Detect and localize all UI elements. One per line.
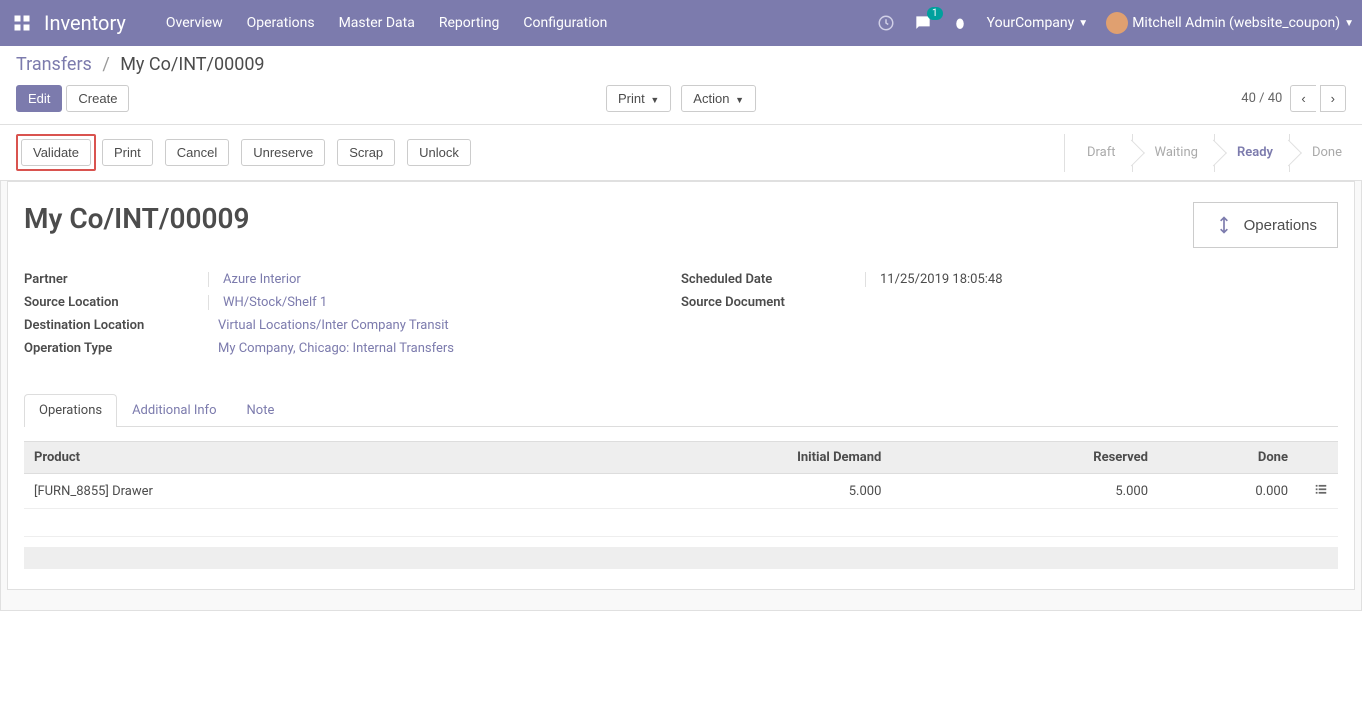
nav-overview[interactable]: Overview [166, 15, 223, 31]
tab-additional-info[interactable]: Additional Info [117, 394, 231, 426]
edit-button[interactable]: Edit [16, 85, 62, 112]
dest-loc-value[interactable]: Virtual Locations/Inter Company Transit [204, 318, 449, 333]
validate-highlight: Validate [16, 134, 96, 171]
th-product[interactable]: Product [24, 442, 519, 474]
user-menu[interactable]: Mitchell Admin (website_coupon) ▼ [1106, 12, 1354, 34]
op-type-label: Operation Type [24, 341, 204, 356]
status-stages: Draft Waiting Ready Done [1064, 134, 1362, 172]
sched-label: Scheduled Date [681, 272, 861, 287]
unreserve-button[interactable]: Unreserve [241, 139, 325, 166]
app-name[interactable]: Inventory [44, 11, 126, 35]
center-buttons: Print ▼ Action ▼ [606, 85, 756, 112]
controls-bar: Transfers / My Co/INT/00009 Edit Create … [0, 46, 1362, 124]
unlock-button[interactable]: Unlock [407, 139, 471, 166]
cancel-button[interactable]: Cancel [165, 139, 229, 166]
cell-reserved: 5.000 [891, 474, 1158, 509]
field-source-document: Source Document [681, 295, 1338, 310]
nav-master-data[interactable]: Master Data [339, 15, 415, 31]
transfer-arrows-icon [1214, 215, 1234, 235]
record-title: My Co/INT/00009 [24, 202, 249, 235]
user-name: Mitchell Admin (website_coupon) [1132, 15, 1340, 31]
th-actions [1298, 442, 1338, 474]
th-done[interactable]: Done [1158, 442, 1298, 474]
stage-draft[interactable]: Draft [1064, 134, 1132, 172]
print-dropdown[interactable]: Print ▼ [606, 85, 671, 112]
field-destination-location: Destination Location Virtual Locations/I… [24, 318, 681, 333]
company-switcher[interactable]: YourCompany ▼ [987, 15, 1089, 31]
table-row[interactable]: [FURN_8855] Drawer 5.000 5.000 0.000 [24, 474, 1338, 509]
tabs: Operations Additional Info Note [24, 394, 1338, 427]
th-reserved[interactable]: Reserved [891, 442, 1158, 474]
scrap-button[interactable]: Scrap [337, 139, 395, 166]
company-name: YourCompany [987, 15, 1075, 31]
controls-row: Edit Create Print ▼ Action ▼ 40 / 40 ‹ › [16, 85, 1346, 112]
status-buttons: Print Cancel Unreserve Scrap Unlock [102, 139, 471, 166]
fields-col-left: Partner Azure Interior Source Location W… [24, 272, 681, 364]
breadcrumb: Transfers / My Co/INT/00009 [16, 54, 1346, 75]
nav-menu: Overview Operations Master Data Reportin… [166, 15, 608, 31]
field-source-location: Source Location WH/Stock/Shelf 1 [24, 295, 681, 310]
cell-product: [FURN_8855] Drawer [24, 474, 519, 509]
validate-button[interactable]: Validate [21, 139, 91, 166]
field-scheduled-date: Scheduled Date 11/25/2019 18:05:48 [681, 272, 1338, 287]
tab-note[interactable]: Note [232, 394, 290, 426]
operations-table: Product Initial Demand Reserved Done [FU… [24, 441, 1338, 537]
top-nav: Inventory Overview Operations Master Dat… [0, 0, 1362, 46]
op-type-value[interactable]: My Company, Chicago: Internal Transfers [204, 341, 454, 356]
source-loc-value[interactable]: WH/Stock/Shelf 1 [208, 295, 327, 310]
cell-initial: 5.000 [519, 474, 891, 509]
field-operation-type: Operation Type My Company, Chicago: Inte… [24, 341, 681, 356]
action-dropdown[interactable]: Action ▼ [681, 85, 756, 112]
table-spacer [24, 509, 1338, 537]
nav-operations[interactable]: Operations [247, 15, 315, 31]
caret-down-icon: ▼ [1344, 18, 1354, 29]
th-initial[interactable]: Initial Demand [519, 442, 891, 474]
operations-stat-button[interactable]: Operations [1193, 202, 1338, 248]
partner-value[interactable]: Azure Interior [208, 272, 301, 287]
breadcrumb-sep: / [102, 54, 109, 75]
source-loc-label: Source Location [24, 295, 204, 310]
print-button[interactable]: Print [102, 139, 153, 166]
status-bar: Validate Print Cancel Unreserve Scrap Un… [0, 124, 1362, 181]
messaging-icon[interactable]: 1 [913, 13, 933, 33]
fields-col-right: Scheduled Date 11/25/2019 18:05:48 Sourc… [681, 272, 1338, 364]
nav-right: 1 YourCompany ▼ Mitchell Admin (website_… [877, 12, 1354, 34]
fields-grid: Partner Azure Interior Source Location W… [24, 272, 1338, 364]
caret-down-icon: ▼ [735, 95, 744, 105]
sched-value: 11/25/2019 18:05:48 [865, 272, 1003, 287]
caret-down-icon: ▼ [650, 95, 659, 105]
cell-detail[interactable] [1298, 474, 1338, 509]
pager: 40 / 40 ‹ › [1241, 85, 1346, 112]
create-button[interactable]: Create [66, 85, 129, 112]
debug-icon[interactable] [951, 14, 969, 32]
pager-next[interactable]: › [1320, 85, 1346, 112]
activity-icon[interactable] [877, 14, 895, 32]
dest-loc-label: Destination Location [24, 318, 204, 333]
table-footer-bar [24, 547, 1338, 569]
nav-configuration[interactable]: Configuration [523, 15, 607, 31]
avatar [1106, 12, 1128, 34]
pager-text: 40 / 40 [1241, 91, 1282, 106]
pager-buttons: ‹ › [1290, 85, 1346, 112]
detail-list-icon[interactable] [1314, 482, 1328, 500]
apps-icon[interactable] [8, 9, 36, 37]
sheet-background: My Co/INT/00009 Operations Partner Azure… [0, 181, 1362, 611]
srcdoc-label: Source Document [681, 295, 861, 310]
partner-label: Partner [24, 272, 204, 287]
form-sheet: My Co/INT/00009 Operations Partner Azure… [7, 181, 1355, 590]
field-partner: Partner Azure Interior [24, 272, 681, 287]
tab-operations[interactable]: Operations [24, 394, 117, 427]
pager-prev[interactable]: ‹ [1290, 85, 1315, 112]
nav-reporting[interactable]: Reporting [439, 15, 500, 31]
breadcrumb-root[interactable]: Transfers [16, 54, 92, 75]
cell-done: 0.000 [1158, 474, 1298, 509]
breadcrumb-current: My Co/INT/00009 [120, 54, 264, 75]
operations-btn-label: Operations [1244, 217, 1317, 234]
caret-down-icon: ▼ [1078, 18, 1088, 29]
chat-count-badge: 1 [927, 7, 943, 20]
sheet-header: My Co/INT/00009 Operations [24, 202, 1338, 248]
